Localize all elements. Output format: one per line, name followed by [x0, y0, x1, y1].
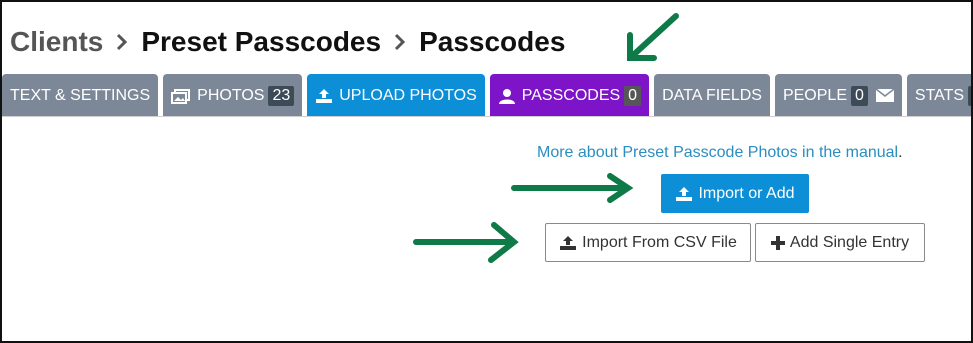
tab-label: PHOTOS — [197, 86, 265, 104]
tab-people[interactable]: PEOPLE 0 — [774, 74, 902, 117]
chevron-right-icon — [103, 33, 141, 51]
import-or-add-label: Import or Add — [698, 184, 795, 202]
count-badge: 0 — [624, 85, 642, 106]
chevron-right-icon — [381, 33, 419, 51]
tab-stats[interactable]: STATS 8 — [906, 74, 971, 117]
tab-label: TEXT & SETTINGS — [10, 86, 151, 104]
tab-label: PEOPLE — [782, 86, 847, 104]
envelope-icon — [875, 89, 894, 102]
screenshot-frame: Clients Preset Passcodes Passcodes TEXT … — [0, 0, 973, 343]
tab-data-fields[interactable]: DATA FIELDS — [654, 74, 770, 117]
photos-icon — [171, 88, 191, 104]
import-csv-button[interactable]: Import From CSV File — [545, 223, 751, 262]
tab-bar: TEXT & SETTINGS PHOTOS 23 UPLOAD PHOTOS … — [2, 74, 971, 117]
tab-photos[interactable]: PHOTOS 23 — [163, 74, 303, 117]
arrow-annotation-icon — [413, 222, 519, 263]
count-badge: 8 — [968, 85, 971, 106]
breadcrumb-preset-passcodes[interactable]: Preset Passcodes — [141, 26, 381, 58]
tabs-divider — [2, 116, 971, 117]
tab-passcodes[interactable]: PASSCODES 0 — [489, 74, 650, 117]
manual-period: . — [898, 144, 903, 161]
import-or-add-button[interactable]: Import or Add — [661, 174, 809, 213]
count-badge: 23 — [268, 85, 295, 106]
plus-icon — [770, 235, 785, 250]
upload-icon — [675, 186, 693, 202]
upload-icon — [559, 235, 577, 251]
tab-label: PASSCODES — [521, 86, 621, 104]
page-title: Passcodes — [419, 26, 566, 57]
tab-upload-photos[interactable]: UPLOAD PHOTOS — [307, 74, 485, 117]
import-csv-label: Import From CSV File — [582, 233, 737, 251]
add-single-entry-label: Add Single Entry — [789, 233, 910, 251]
breadcrumb: Clients Preset Passcodes Passcodes — [10, 22, 565, 62]
tab-label: UPLOAD PHOTOS — [339, 86, 477, 104]
count-badge: 0 — [850, 85, 868, 106]
arrow-annotation-icon — [511, 173, 634, 203]
user-icon — [498, 88, 516, 104]
tab-text-settings[interactable]: TEXT & SETTINGS — [2, 74, 159, 117]
tab-label: DATA FIELDS — [662, 86, 762, 104]
breadcrumb-clients[interactable]: Clients — [10, 26, 103, 58]
upload-icon — [315, 88, 333, 104]
tab-label: STATS — [914, 86, 965, 104]
add-single-entry-button[interactable]: Add Single Entry — [755, 223, 925, 262]
manual-link[interactable]: More about Preset Passcode Photos in the… — [537, 144, 898, 161]
arrow-annotation-icon — [627, 13, 679, 61]
manual-line: More about Preset Passcode Photos in the… — [537, 144, 903, 162]
